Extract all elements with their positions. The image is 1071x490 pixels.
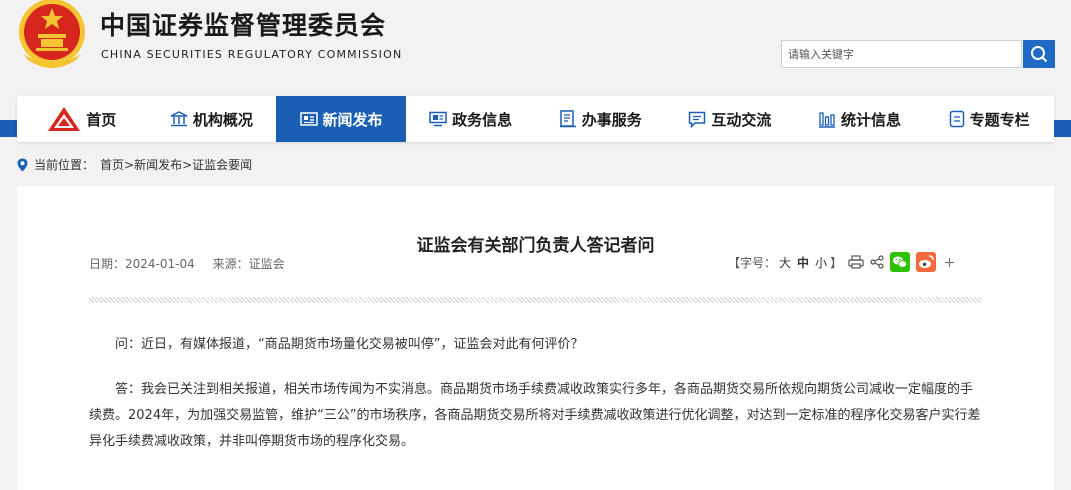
print-button[interactable]: [848, 255, 864, 269]
article-source: 来源：证监会: [212, 257, 285, 271]
nav-label: 新闻发布: [322, 110, 383, 129]
more-share-button[interactable]: [944, 257, 955, 268]
home-logo-icon: [48, 107, 81, 131]
wechat-icon: [890, 252, 911, 272]
search-button[interactable]: [1023, 40, 1055, 68]
breadcrumb-prefix: 当前位置：: [34, 158, 95, 172]
chat-icon: [689, 111, 706, 128]
breadcrumb-news[interactable]: 新闻发布: [134, 158, 182, 172]
breadcrumb: 当前位置： 首页>新闻发布>证监会要闻: [17, 156, 252, 173]
font-size-large[interactable]: 大: [779, 254, 791, 271]
weibo-share-button[interactable]: [916, 252, 937, 272]
article-paragraph: 问：近日，有媒体报道，“商品期货市场量化交易被叫停”，证监会对此有何评价？: [115, 337, 584, 352]
search-icon: [1031, 46, 1048, 63]
nav-label: 办事服务: [581, 110, 642, 129]
nav-topics[interactable]: 专题专栏: [924, 96, 1054, 142]
share-icon: [870, 255, 884, 269]
site-title: 中国证券监督管理委员会: [100, 11, 387, 40]
site-subtitle: CHINA SECURITIES REGULATORY COMMISSION: [101, 48, 403, 61]
breadcrumb-home[interactable]: 首页: [100, 158, 124, 172]
breadcrumb-separator: >: [182, 158, 193, 172]
print-icon: [848, 255, 864, 269]
font-size-medium[interactable]: 中: [797, 254, 809, 271]
article-tools: 【字号： 大 中 小 】: [728, 252, 955, 272]
document-list-icon: [559, 110, 576, 128]
nav-label: 统计信息: [841, 110, 902, 129]
file-icon: [949, 110, 964, 128]
location-pin-icon: [17, 158, 28, 171]
nav-label: 政务信息: [452, 110, 513, 129]
search-input[interactable]: [782, 41, 1029, 67]
weibo-icon: [916, 252, 937, 272]
article-container: 证监会有关部门负责人答记者问 日期：2024-01-04 来源：证监会 【字号：…: [17, 186, 1054, 490]
article-paragraph: 答：我会已关注到相关报道，相关市场传闻为不实消息。商品期货市场手续费减收政策实行…: [89, 382, 981, 449]
breadcrumb-current[interactable]: 证监会要闻: [192, 158, 252, 172]
monitor-icon: [429, 111, 447, 127]
nav-label: 机构概况: [192, 110, 253, 129]
article-date: 日期：2024-01-04: [89, 257, 195, 271]
nav-label: 专题专栏: [969, 110, 1030, 129]
font-size-close: 】: [830, 255, 843, 270]
nav-gov-info[interactable]: 政务信息: [406, 96, 536, 142]
font-size-small[interactable]: 小: [815, 254, 827, 271]
plus-icon: [945, 257, 955, 267]
nav-interaction[interactable]: 互动交流: [665, 96, 795, 142]
news-icon: [299, 112, 318, 126]
search-box: [781, 40, 1029, 68]
bar-chart-icon: [819, 111, 836, 128]
nav-news[interactable]: 新闻发布: [276, 96, 406, 142]
main-nav: 首页 机构概况 新闻发布 政务信息 办事服务 互动交流 统计信息 专题专栏: [17, 96, 1054, 142]
nav-home[interactable]: 首页: [17, 96, 147, 142]
wechat-share-button[interactable]: [890, 252, 911, 272]
article-meta: 日期：2024-01-04 来源：证监会: [89, 255, 285, 272]
nav-label: 互动交流: [711, 110, 772, 129]
nav-institution[interactable]: 机构概况: [147, 96, 277, 142]
share-button[interactable]: [870, 255, 884, 269]
font-size-label: 【字号：: [728, 255, 777, 270]
nav-label: 首页: [86, 110, 117, 129]
nav-statistics[interactable]: 统计信息: [795, 96, 925, 142]
national-emblem-icon: [19, 0, 85, 68]
article-divider: [89, 297, 982, 303]
breadcrumb-separator: >: [124, 158, 135, 172]
institution-icon: [170, 111, 188, 127]
nav-services[interactable]: 办事服务: [536, 96, 666, 142]
